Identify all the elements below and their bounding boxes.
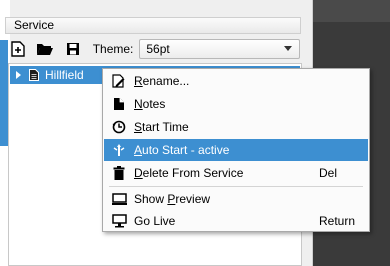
theme-select[interactable]: 56pt	[139, 39, 300, 59]
menu-item-text: otes	[142, 97, 166, 111]
go-live-icon	[111, 213, 127, 229]
menu-shortcut-go-live: Return	[319, 214, 356, 228]
menu-shortcut-delete: Del	[319, 166, 338, 180]
menu-item-text: Show	[134, 192, 168, 206]
menu-separator	[109, 186, 363, 187]
folder-open-icon	[37, 44, 54, 55]
left-selection-edge	[0, 40, 8, 146]
notes-icon	[111, 96, 127, 112]
dark-title-area	[312, 0, 390, 22]
open-service-button[interactable]	[36, 39, 56, 59]
expand-arrow-icon[interactable]	[16, 71, 21, 79]
service-item-label: Hillfield	[45, 68, 84, 82]
menu-item-show-preview[interactable]: Show Preview	[104, 188, 368, 210]
menu-item-auto-start[interactable]: Auto Start - active	[104, 139, 368, 161]
clock-icon	[111, 119, 127, 135]
panel-top	[10, 0, 312, 17]
menu-mnemonic: R	[134, 74, 143, 88]
menu-mnemonic: A	[134, 143, 143, 157]
menu-item-text: elete From Service	[142, 166, 244, 180]
menu-item-text: ename...	[142, 74, 190, 88]
save-icon	[66, 43, 79, 55]
menu-item-text: Go Live	[134, 214, 176, 228]
menu-item-rename[interactable]: Rename...	[104, 70, 368, 92]
menu-item-start-time[interactable]: Start Time	[104, 116, 368, 138]
menu-item-text: review	[175, 192, 211, 206]
service-toolbar: Theme: 56pt	[8, 38, 300, 60]
menu-mnemonic: N	[134, 97, 143, 111]
rename-icon	[111, 73, 127, 89]
document-icon	[29, 69, 39, 81]
menu-mnemonic: D	[134, 166, 143, 180]
preview-icon	[111, 191, 127, 207]
auto-start-icon	[111, 142, 127, 158]
service-header: Service	[5, 17, 301, 34]
menu-mnemonic: S	[134, 120, 143, 134]
menu-item-text: tart Time	[142, 120, 189, 134]
new-file-icon	[11, 41, 25, 57]
new-service-button[interactable]	[8, 39, 28, 59]
menu-item-go-live[interactable]: Go Live Return	[104, 210, 368, 232]
menu-item-delete[interactable]: Delete From Service Del	[104, 162, 368, 184]
trash-icon	[111, 165, 127, 181]
theme-select-value: 56pt	[146, 42, 170, 56]
context-menu: Rename... Notes Start Time Auto Start - …	[102, 68, 370, 232]
save-service-button[interactable]	[63, 39, 83, 59]
theme-label: Theme:	[92, 42, 134, 56]
menu-item-notes[interactable]: Notes	[104, 93, 368, 115]
service-header-label: Service	[14, 18, 55, 32]
menu-item-text: uto Start - active	[142, 143, 230, 157]
chevron-down-icon	[283, 46, 292, 51]
